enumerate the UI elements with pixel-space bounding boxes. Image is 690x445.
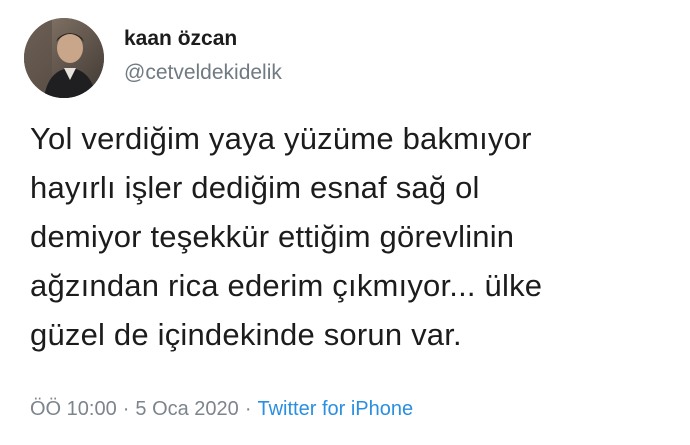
tweet-text: Yol verdiğim yaya yüzüme bakmıyor hayırl…: [30, 114, 680, 359]
tweet-text-line: demiyor teşekkür ettiğim görevlinin: [30, 219, 515, 254]
tweet-text-line: Yol verdiğim yaya yüzüme bakmıyor: [30, 121, 532, 156]
profile-photo-icon: [24, 18, 104, 98]
meta-separator: ·: [122, 398, 130, 420]
author-name[interactable]: kaan özcan: [124, 27, 237, 51]
tweet-text-line: güzel de içindekinde sorun var.: [30, 317, 462, 352]
tweet-source-link[interactable]: Twitter for iPhone: [257, 398, 413, 420]
tweet-text-line: hayırlı işler dediğim esnaf sağ ol: [30, 170, 480, 205]
meta-separator: ·: [244, 398, 252, 420]
tweet-text-line: ağzından rica ederim çıkmıyor... ülke: [30, 268, 543, 303]
tweet-meta: ÖÖ 10:00 · 5 Oca 2020 · Twitter for iPhone: [30, 398, 413, 421]
avatar[interactable]: [24, 18, 104, 98]
author-handle[interactable]: @cetveldekidelik: [124, 61, 282, 85]
tweet-card: kaan özcan @cetveldekidelik Yol verdiğim…: [0, 0, 690, 445]
tweet-date[interactable]: 5 Oca 2020: [135, 398, 238, 420]
tweet-time[interactable]: ÖÖ 10:00: [30, 398, 117, 420]
